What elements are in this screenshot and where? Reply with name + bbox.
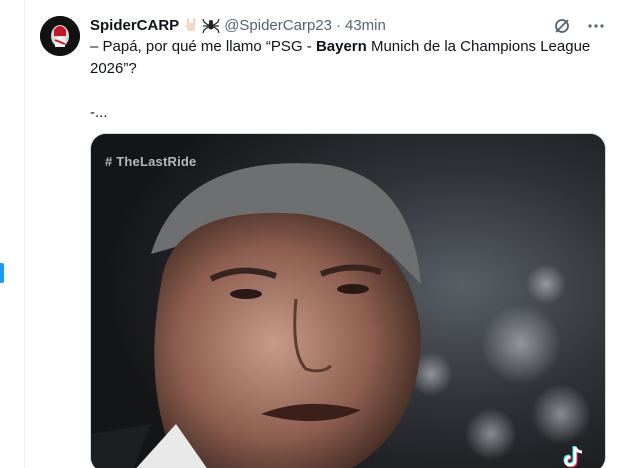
tweet-header-actions	[552, 16, 606, 36]
tweet-text-line-2: 2026”?	[90, 60, 137, 77]
spider-emoji-icon	[202, 18, 220, 34]
user-handle[interactable]: @SpiderCarp23	[224, 17, 332, 34]
tweet-text-line-1-pre: – Papá, por qué me llamo “PSG -	[90, 38, 316, 55]
tweet-text-bold: Bayern	[315, 38, 367, 55]
tweet[interactable]: SpiderCARP @SpiderCarp23 · 43min – Papá,…	[40, 12, 620, 468]
more-icon[interactable]	[586, 16, 606, 36]
tweet-text: – Papá, por qué me llamo “PSG - Bayern M…	[90, 36, 610, 124]
video-watermark: # TheLastRide	[105, 154, 197, 169]
tweet-text-spacer	[90, 80, 610, 102]
display-name[interactable]: SpiderCARP	[90, 17, 179, 34]
header-separator: ·	[335, 16, 341, 34]
left-nav-indicator[interactable]	[0, 263, 4, 283]
name-emojis	[182, 16, 220, 34]
left-column-divider	[24, 0, 25, 468]
tweet-header: SpiderCARP @SpiderCarp23 · 43min	[90, 14, 620, 36]
rock-hand-emoji-icon	[185, 18, 196, 31]
tweet-text-line-3: -...	[90, 104, 108, 121]
tweet-text-line-1-post: Munich de la Champions League	[366, 38, 591, 55]
timestamp[interactable]: 43min	[345, 17, 386, 34]
tweet-media-video[interactable]: # TheLastRide	[90, 133, 606, 468]
video-frame-image	[91, 134, 605, 468]
tweet-text-line-1: – Papá, por qué me llamo “PSG - Bayern M…	[90, 36, 610, 58]
timeline-page: SpiderCARP @SpiderCarp23 · 43min – Papá,…	[0, 0, 641, 468]
tiktok-logo-icon	[561, 444, 587, 468]
avatar[interactable]	[40, 16, 80, 56]
tweet-content: SpiderCARP @SpiderCarp23 · 43min – Papá,…	[90, 14, 620, 468]
grok-icon[interactable]	[552, 16, 572, 36]
